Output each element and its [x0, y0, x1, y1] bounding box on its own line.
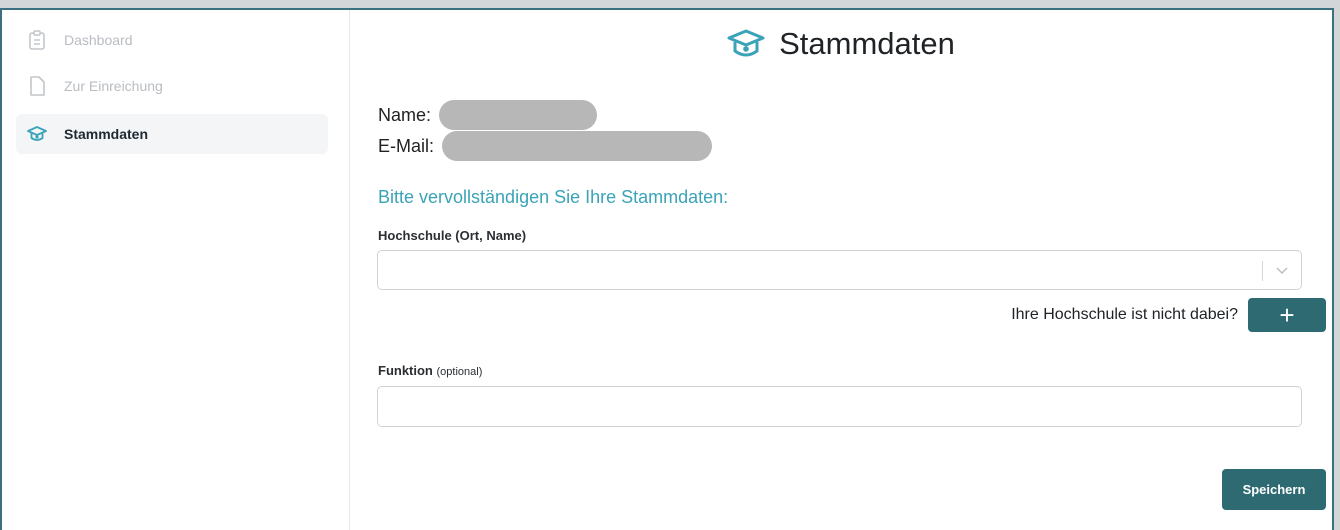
form-prompt: Bitte vervollständigen Sie Ihre Stammdat…: [378, 187, 729, 207]
sidebar-item-dashboard[interactable]: Dashboard: [16, 20, 328, 60]
clipboard-icon: [26, 29, 48, 51]
sidebar-item-zur-einreichung[interactable]: Zur Einreichung: [16, 66, 328, 106]
university-label: Hochschule (Ort, Name): [378, 228, 527, 243]
graduation-cap-icon: [727, 27, 767, 61]
sidebar-item-label: Stammdaten: [64, 126, 149, 142]
email-row: E-Mail:: [378, 131, 713, 161]
redacted-email: [442, 131, 713, 161]
select-divider: [1262, 261, 1263, 281]
sidebar: Dashboard Zur Einreichung Stammdaten: [2, 10, 350, 530]
page-header: Stammdaten: [350, 26, 1332, 62]
name-row: Name:: [378, 100, 598, 130]
function-label: Funktion (optional): [378, 363, 482, 378]
graduation-cap-icon: [26, 123, 48, 145]
add-university-button[interactable]: +: [1248, 298, 1326, 332]
function-input[interactable]: [377, 386, 1302, 427]
document-icon: [26, 75, 48, 97]
not-listed-question: Ihre Hochschule ist nicht dabei?: [1011, 306, 1238, 323]
save-button[interactable]: Speichern: [1222, 469, 1326, 510]
function-label-text: Funktion: [378, 363, 433, 378]
sidebar-item-label: Dashboard: [64, 32, 133, 48]
chevron-down-icon[interactable]: [1273, 261, 1291, 281]
optional-hint: (optional): [436, 366, 483, 378]
name-label: Name:: [378, 104, 432, 125]
redacted-name: [439, 100, 598, 130]
email-label: E-Mail:: [378, 135, 435, 156]
page-title: Stammdaten: [779, 26, 955, 61]
sidebar-item-stammdaten[interactable]: Stammdaten: [16, 114, 328, 154]
app-window: Dashboard Zur Einreichung Stammdaten Sta…: [0, 8, 1334, 530]
sidebar-item-label: Zur Einreichung: [64, 78, 163, 94]
university-select[interactable]: [377, 250, 1302, 290]
add-university-row: Ihre Hochschule ist nicht dabei? +: [1011, 298, 1326, 332]
main-content: Stammdaten Name: E-Mail: Bitte vervollst…: [350, 10, 1332, 530]
